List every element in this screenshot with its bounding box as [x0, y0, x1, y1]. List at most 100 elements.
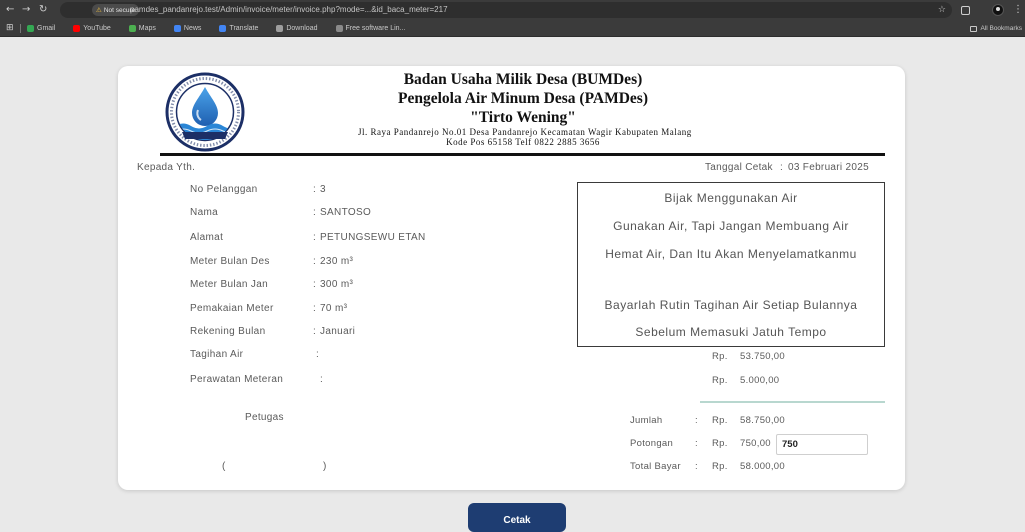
bookmark-label: Free software Lin... — [345, 25, 406, 32]
field-customer-number: No Pelanggan : 3 — [190, 183, 490, 197]
extensions-icon[interactable] — [961, 6, 970, 15]
bookmarks-bar: ⊞ Gmail YouTube Maps News Translate Down… — [0, 20, 1025, 37]
all-bookmarks[interactable]: All Bookmarks — [970, 20, 1022, 37]
field-value: 230 m³ — [320, 256, 354, 267]
menu-dots-icon[interactable]: ⋮ — [1013, 3, 1023, 17]
field-meter-december: Meter Bulan Des : 230 m³ — [190, 255, 490, 269]
field-separator: : — [313, 207, 317, 218]
currency-label: Rp. — [712, 415, 728, 426]
apps-grid-icon[interactable]: ⊞ — [6, 22, 14, 34]
youtube-icon — [73, 25, 81, 32]
translate-icon — [219, 25, 227, 32]
currency-label: Rp. — [712, 438, 728, 449]
bookmark-news[interactable]: News — [173, 25, 202, 32]
pamdes-logo — [165, 72, 245, 152]
recipient-label: Kepada Yth. — [137, 162, 196, 173]
address-bar[interactable]: ⚠ Not secure pamdes_pandanrejo.test/Admin… — [60, 2, 952, 18]
field-meter-maintenance: Perawatan Meteran : — [190, 373, 490, 387]
amount-divider — [700, 401, 885, 403]
bookmark-label: Translate — [229, 25, 259, 32]
news-icon — [173, 25, 181, 32]
discount-input[interactable] — [776, 434, 868, 455]
currency-label: Rp. — [712, 351, 728, 362]
header-divider — [160, 153, 885, 156]
bookmark-translate[interactable]: Translate — [219, 25, 258, 32]
reload-icon[interactable]: ↻ — [39, 3, 47, 17]
back-arrow-icon[interactable]: ← — [6, 3, 14, 17]
org-brand-line: "Tirto Wening" — [470, 109, 576, 126]
discount-separator: : — [695, 438, 698, 449]
field-meter-usage: Pemakaian Meter : 70 m³ — [190, 302, 490, 316]
bookmark-label: Maps — [138, 25, 156, 32]
bookmark-youtube[interactable]: YouTube — [73, 25, 111, 32]
org-address: Jl. Raya Pandanrejo No.01 Desa Pandanrej… — [358, 127, 692, 137]
url-text[interactable]: pamdes_pandanrejo.test/Admin/invoice/met… — [130, 2, 448, 18]
maps-icon — [128, 25, 136, 32]
profile-avatar[interactable] — [992, 4, 1004, 16]
bookmark-download[interactable]: Download — [276, 25, 318, 32]
total-amount: 58.000,00 — [740, 461, 785, 472]
bookmark-list: Gmail YouTube Maps News Translate Downlo… — [27, 20, 405, 37]
field-separator: : — [316, 349, 320, 360]
browser-toolbar: ← → ↻ ⚠ Not secure pamdes_pandanrejo.test… — [0, 0, 1025, 20]
bookmarks-separator — [20, 24, 21, 33]
print-date-value: 03 Februari 2025 — [788, 162, 869, 173]
field-meter-january: Meter Bulan Jan : 300 m³ — [190, 278, 490, 292]
signature-open-bracket: ( — [222, 461, 226, 472]
field-separator: : — [320, 374, 324, 385]
field-label: Alamat — [190, 232, 224, 243]
field-value: 70 m³ — [320, 303, 348, 314]
bookmark-label: Download — [286, 25, 318, 32]
water-bill-amount: 53.750,00 — [740, 351, 785, 362]
message-line: Bayarlah Rutin Tagihan Air Setiap Bulann… — [604, 298, 858, 312]
field-label: Meter Bulan Jan — [190, 279, 269, 290]
signature-close-bracket: ) — [323, 461, 327, 472]
subtotal-separator: : — [695, 415, 698, 426]
field-separator: : — [313, 303, 317, 314]
field-separator: : — [313, 279, 317, 290]
print-date-label: Tanggal Cetak — [705, 162, 773, 173]
message-line: Bijak Menggunakan Air — [664, 191, 798, 205]
field-label: Rekening Bulan — [190, 326, 266, 337]
print-date-separator: : — [780, 162, 784, 173]
field-value: Januari — [320, 326, 356, 337]
total-separator: : — [695, 461, 698, 472]
organization-heading: Badan Usaha Milik Desa (BUMDes) Pengelol… — [358, 70, 692, 147]
maintenance-amount: 5.000,00 — [740, 375, 780, 386]
bookmark-maps[interactable]: Maps — [128, 25, 156, 32]
bookmark-star-icon[interactable]: ☆ — [938, 2, 946, 18]
warning-icon: ⚠ — [96, 6, 102, 14]
water-saving-message-box: Bijak Menggunakan Air Gunakan Air, Tapi … — [577, 182, 885, 347]
bookmark-free-software[interactable]: Free software Lin... — [335, 25, 406, 32]
folder-icon — [970, 25, 978, 32]
download-icon — [276, 25, 284, 32]
discount-label: Potongan — [630, 438, 674, 449]
bookmark-label: Gmail — [37, 25, 56, 32]
field-name: Nama : SANTOSO — [190, 206, 490, 220]
field-separator: : — [313, 184, 317, 195]
bookmark-gmail[interactable]: Gmail — [27, 25, 55, 32]
field-value: PETUNGSEWU ETAN — [320, 232, 426, 243]
field-label: Tagihan Air — [190, 349, 244, 360]
field-water-bill: Tagihan Air : — [190, 348, 490, 362]
page-icon — [335, 25, 343, 32]
message-line: Sebelum Memasuki Jatuh Tempo — [635, 325, 827, 339]
total-label: Total Bayar — [630, 461, 681, 472]
bookmark-label: YouTube — [83, 25, 111, 32]
gmail-icon — [27, 25, 34, 32]
forward-arrow-icon[interactable]: → — [22, 3, 30, 17]
currency-label: Rp. — [712, 375, 728, 386]
org-name-line: Badan Usaha Milik Desa (BUMDes) — [403, 71, 643, 88]
field-label: No Pelanggan — [190, 184, 258, 195]
field-label: Pemakaian Meter — [190, 303, 274, 314]
message-line: Gunakan Air, Tapi Jangan Membuang Air — [613, 219, 849, 233]
field-separator: : — [313, 326, 317, 337]
org-contact: Kode Pos 65158 Telf 0822 2885 3656 — [446, 137, 600, 147]
field-billing-month: Rekening Bulan : Januari — [190, 325, 490, 339]
message-line: Hemat Air, Dan Itu Akan Menyelamatkanmu — [605, 247, 857, 261]
subtotal-label: Jumlah — [630, 415, 663, 426]
field-value: 300 m³ — [320, 279, 354, 290]
print-button[interactable]: Cetak — [468, 503, 566, 532]
currency-label: Rp. — [712, 461, 728, 472]
bookmark-label: News — [183, 25, 202, 32]
